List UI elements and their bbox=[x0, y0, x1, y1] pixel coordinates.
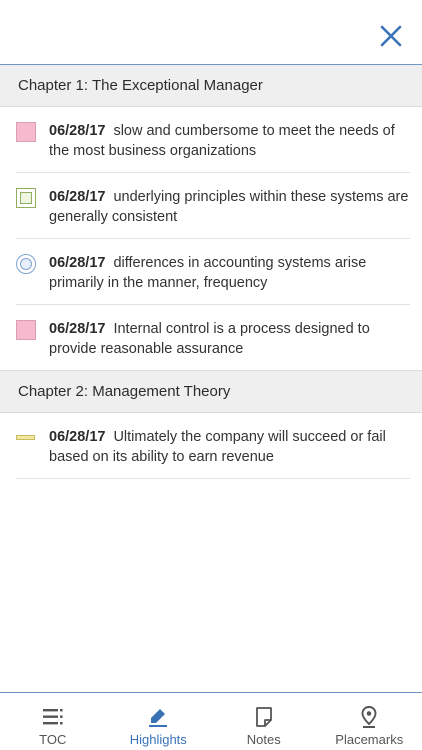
tab-label: Highlights bbox=[129, 732, 187, 747]
highlight-date: 06/28/17 bbox=[49, 321, 106, 337]
tab-placemarks[interactable]: Placemarks bbox=[317, 693, 422, 750]
tab-label: TOC bbox=[39, 732, 67, 747]
pink-square-marker-icon bbox=[16, 122, 36, 142]
highlight-text-block: 06/28/17 Internal control is a process de… bbox=[49, 305, 410, 370]
tab-label: Placemarks bbox=[335, 732, 404, 747]
blue-circle-marker-icon bbox=[16, 254, 36, 274]
pink-square-marker-icon bbox=[16, 320, 36, 340]
highlight-date: 06/28/17 bbox=[49, 123, 106, 139]
close-button[interactable] bbox=[380, 25, 402, 47]
highlight-text-block: 06/28/17 underlying principles within the… bbox=[49, 173, 410, 238]
highlight-item[interactable]: 06/28/17 slow and cumbersome to meet the … bbox=[16, 107, 410, 173]
highlight-item[interactable]: 06/28/17 Ultimately the company will succ… bbox=[16, 413, 410, 479]
highlights-list: Chapter 1: The Exceptional Manager 06/28… bbox=[0, 65, 422, 479]
tab-notes[interactable]: Notes bbox=[211, 693, 317, 750]
toc-icon bbox=[42, 709, 63, 725]
highlight-text-block: 06/28/17 Ultimately the company will succ… bbox=[49, 413, 410, 478]
highlight-text-block: 06/28/17 slow and cumbersome to meet the … bbox=[49, 107, 410, 172]
highlight-item[interactable]: 06/28/17 differences in accounting system… bbox=[16, 239, 410, 305]
chapter-header: Chapter 1: The Exceptional Manager bbox=[0, 65, 422, 107]
tab-highlights[interactable]: Highlights bbox=[106, 693, 212, 750]
yellow-underline-marker-icon bbox=[16, 435, 35, 440]
tab-label: Notes bbox=[246, 732, 281, 747]
highlight-date: 06/28/17 bbox=[49, 189, 106, 205]
map-pin-icon bbox=[361, 706, 377, 728]
tab-toc[interactable]: TOC bbox=[0, 693, 106, 750]
highlight-date: 06/28/17 bbox=[49, 429, 106, 445]
chapter-header: Chapter 2: Management Theory bbox=[0, 370, 422, 413]
highlighter-icon bbox=[149, 709, 168, 727]
close-icon bbox=[380, 25, 402, 47]
highlight-date: 06/28/17 bbox=[49, 255, 106, 271]
top-bar bbox=[0, 0, 422, 65]
green-box-marker-icon bbox=[16, 188, 36, 208]
bottom-tab-bar: TOC Highlights Notes Placemarks bbox=[0, 692, 422, 750]
note-icon bbox=[255, 707, 272, 727]
highlight-text-block: 06/28/17 differences in accounting system… bbox=[49, 239, 410, 304]
highlight-item[interactable]: 06/28/17 underlying principles within the… bbox=[16, 173, 410, 239]
highlight-item[interactable]: 06/28/17 Internal control is a process de… bbox=[16, 305, 410, 370]
